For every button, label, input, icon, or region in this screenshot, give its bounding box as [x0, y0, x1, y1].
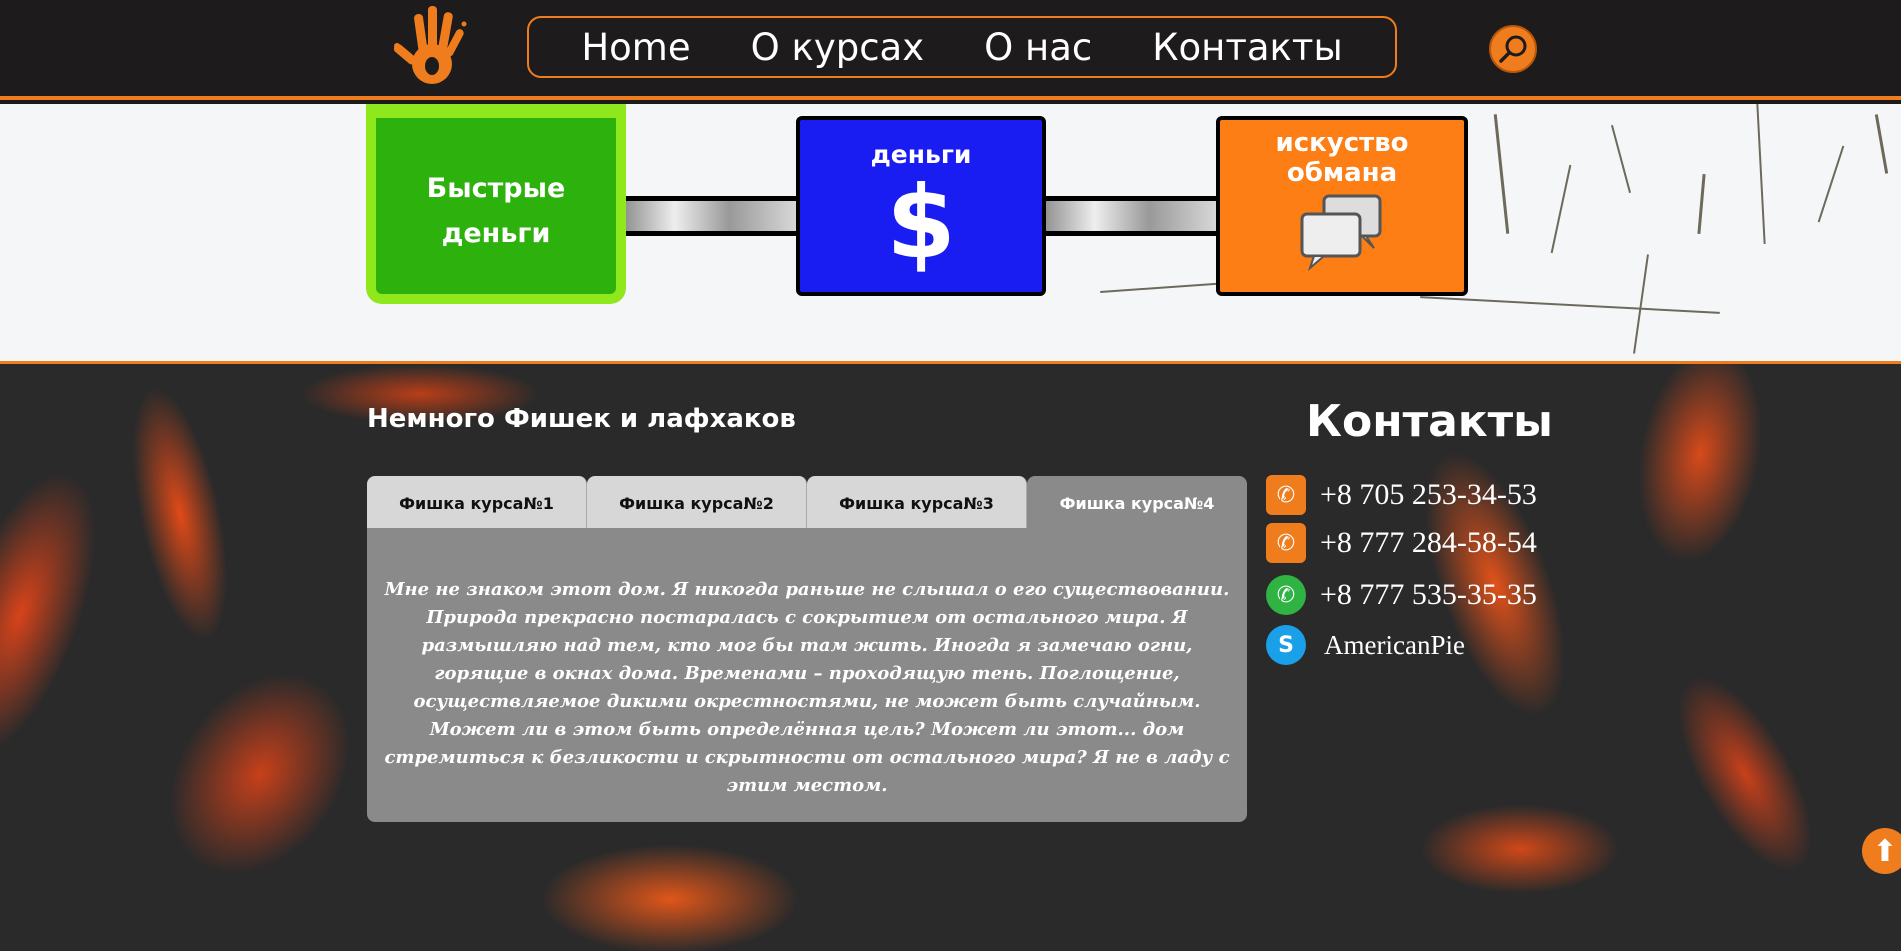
tab-tip-3[interactable]: Фишка курса№3 [807, 476, 1027, 530]
course-card-fast-money[interactable]: Быстрые деньги [366, 104, 626, 304]
connector-bar [620, 196, 802, 236]
tips-title: Немного Фишек и лафхаков [367, 404, 796, 434]
nav-about-link[interactable]: О нас [984, 26, 1092, 69]
skype-icon: S [1266, 625, 1306, 665]
card-label: деньги [441, 218, 551, 249]
tab-content-panel: Мне не знаком этот дом. Я никогда раньше… [367, 528, 1247, 822]
phone-icon: ✆ [1266, 523, 1306, 563]
scroll-to-top-button[interactable]: ⬆ [1862, 828, 1901, 874]
tab-content-text: Мне не знаком этот дом. Я никогда раньше… [384, 579, 1230, 796]
contact-skype[interactable]: S AmericanPie [1266, 624, 1465, 666]
card-label: обмана [1286, 158, 1398, 188]
search-icon [1499, 35, 1527, 63]
tab-tip-2[interactable]: Фишка курса№2 [587, 476, 807, 530]
contact-text: AmericanPie [1324, 629, 1465, 660]
nav-courses-link[interactable]: О курсах [751, 26, 925, 69]
contact-text: +8 777 535-35-35 [1320, 578, 1537, 611]
whatsapp-icon: ✆ [1266, 575, 1306, 615]
site-header: Home О курсах О нас Контакты [0, 0, 1901, 100]
arrow-up-icon: ⬆ [1872, 833, 1898, 869]
course-card-art-of-deception[interactable]: искуство обмана [1216, 116, 1468, 296]
dollar-icon: $ [886, 164, 956, 281]
tab-tip-1[interactable]: Фишка курса№1 [367, 476, 587, 530]
card-label: искуство [1275, 128, 1409, 158]
contact-text: +8 777 284-58-54 [1320, 526, 1537, 559]
chat-bubbles-icon [1300, 194, 1382, 272]
connector-bar [1040, 196, 1222, 236]
course-card-money[interactable]: деньги $ [796, 116, 1046, 296]
contact-phone-1[interactable]: ✆ +8 705 253-34-53 [1266, 474, 1537, 516]
search-button[interactable] [1489, 25, 1537, 73]
tips-tabs: Фишка курса№1 Фишка курса№2 Фишка курса№… [367, 476, 1247, 530]
card-label: Быстрые [426, 173, 566, 204]
contact-text: +8 705 253-34-53 [1320, 478, 1537, 511]
tips-contacts-section: Немного Фишек и лафхаков Фишка курса№1 Ф… [0, 364, 1901, 951]
main-nav: Home О курсах О нас Контакты [527, 16, 1397, 78]
hand-logo-icon[interactable] [388, 2, 478, 92]
nav-contacts-link[interactable]: Контакты [1152, 26, 1342, 69]
contact-phone-2[interactable]: ✆ +8 777 284-58-54 [1266, 522, 1537, 564]
nav-home-link[interactable]: Home [581, 26, 690, 69]
contacts-title: Контакты [1306, 396, 1553, 447]
phone-icon: ✆ [1266, 475, 1306, 515]
tab-tip-4[interactable]: Фишка курса№4 [1027, 476, 1247, 530]
contact-whatsapp[interactable]: ✆ +8 777 535-35-35 [1266, 574, 1537, 616]
courses-banner: Быстрые деньги деньги $ искуство обмана [0, 104, 1901, 364]
